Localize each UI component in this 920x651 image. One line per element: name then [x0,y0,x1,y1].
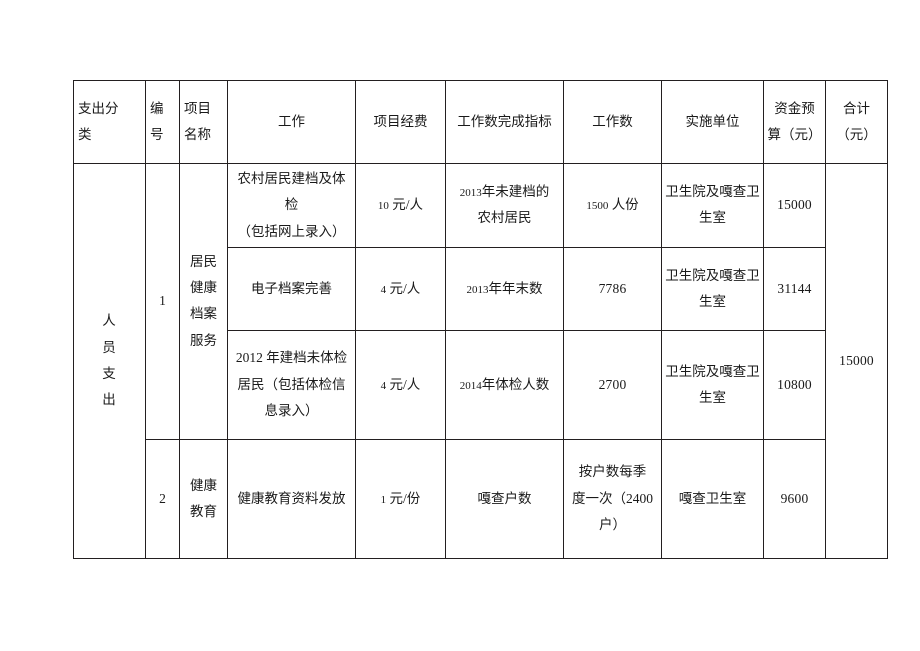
header-budget-line2: 算（元） [767,127,822,142]
work-line-1: 2012 年建档未体检 [235,350,348,366]
work-line-3: 息录入） [264,403,319,419]
group-name-line-4: 服务 [190,332,217,348]
index-line-2: 农村居民 [477,210,532,226]
fee-number-4: 1 [380,493,387,506]
unit-line-1: 卫生院及嘎查卫 [665,267,760,283]
cell-count-4: 按户数每季 度一次（2400 户） [563,438,662,559]
cell-index-3: 2014年体检人数 [445,329,564,440]
table-row: 人 员 支 出 1 居民 健康 档案 服务 农村居民建档及体检 （包括网上录入）… [73,163,888,559]
group-name-line-2: 健康 [190,280,217,296]
count-line-3: 户） [599,517,626,533]
cell-index-4: 嘎查户数 [445,438,564,559]
cell-unit-4: 嘎查卫生室 [661,438,764,559]
header-cell-number: 编 号 [145,80,180,164]
header-cell-index: 工作数完成指标 [445,80,564,164]
cell-expense-category: 人 员 支 出 [73,163,146,559]
cell-unit-3: 卫生院及嘎查卫 生室 [661,329,764,440]
cell-index-2: 2013年年末数 [445,246,564,331]
count-line-1: 按户数每季 [578,464,647,480]
cell-group-name-2: 健康 教育 [179,438,228,559]
fee-unit-4: 元/份 [389,490,421,506]
cell-budget-3: 10800 [763,329,826,440]
category-char-2: 员 [102,339,117,355]
budget-table: 支出分 类 编 号 项目 名称 工作 项目经费 工作数完成指标 工作数 实施单位… [73,80,888,559]
table-row: 2 健康 教育 健康教育资料发放 1 元/份 嘎查户数 按户数每季 度一次（24… [74,438,888,559]
header-total-line2: （元） [836,127,877,142]
cell-count-1: 1500 人份 [563,163,662,248]
header-cell-category: 支出分 类 [73,80,146,164]
fee-unit-2: 元/人 [389,280,421,296]
fee-number-2: 4 [380,283,387,296]
header-total-line1: 合计 [843,100,870,116]
cell-work-2: 电子档案完善 [227,246,356,331]
cell-budget-4: 9600 [763,438,826,559]
cell-count-2: 7786 [563,246,662,331]
group-name-line-2: 教育 [190,503,217,519]
unit-line-2: 生室 [699,293,726,309]
cell-fee-1: 10 元/人 [355,163,446,248]
cell-group-number-2: 2 [145,438,180,559]
cell-group-name-1: 居民 健康 档案 服务 [179,163,228,440]
count-number-1: 1500 [586,200,609,213]
header-cell-total: 合计 （元） [825,80,888,164]
header-budget-line1: 资金预 [774,100,815,116]
index-line-1: 2013年未建档的 [449,179,560,205]
cell-fee-3: 4 元/人 [355,329,446,440]
unit-line-2: 生室 [699,389,726,405]
fee-number-3: 4 [380,379,387,392]
header-number-line1: 编 [150,100,164,116]
cell-count-3: 2700 [563,329,662,440]
cell-work-1: 农村居民建档及体检 （包括网上录入） [227,163,356,248]
header-number-line2: 号 [150,127,164,142]
unit-line-2: 生室 [699,210,726,226]
group-name-line-1: 健康 [190,477,217,493]
header-cell-fee: 项目经费 [355,80,446,164]
count-unit-1: 人份 [611,197,639,213]
cell-fee-4: 1 元/份 [355,438,446,559]
header-cell-budget: 资金预 算（元） [763,80,826,164]
cell-unit-1: 卫生院及嘎查卫 生室 [661,163,764,248]
header-cell-unit: 实施单位 [661,80,764,164]
cell-unit-2: 卫生院及嘎查卫 生室 [661,246,764,331]
cell-grand-total: 15000 [825,163,888,559]
cell-group-number-1: 1 [145,163,180,440]
header-cell-count: 工作数 [563,80,662,164]
category-char-1: 人 [102,313,117,329]
cell-budget-2: 31144 [763,246,826,331]
index-text-3: 年体检人数 [481,376,550,392]
fee-unit-3: 元/人 [389,376,421,392]
document-page: 支出分 类 编 号 项目 名称 工作 项目经费 工作数完成指标 工作数 实施单位… [0,0,920,651]
cell-work-3: 2012 年建档未体检 居民（包括体检信 息录入） [227,329,356,440]
header-name-line2: 名称 [184,127,211,142]
index-year-3: 2014 [459,379,482,392]
index-year-1: 2013 [459,187,482,200]
cell-index-1: 2013年未建档的 农村居民 [445,163,564,248]
budget-table-container: 支出分 类 编 号 项目 名称 工作 项目经费 工作数完成指标 工作数 实施单位… [73,80,888,559]
index-text-1: 年未建档的 [481,184,550,200]
cell-work-4: 健康教育资料发放 [227,438,356,559]
index-text-2: 年年末数 [488,280,543,296]
header-category-line2: 类 [78,127,92,142]
category-char-3: 支 [102,365,117,381]
unit-line-1: 卫生院及嘎查卫 [665,363,760,379]
group-name-line-1: 居民 [190,253,217,269]
work-line-2: （包括网上录入） [237,223,346,239]
table-header-row: 支出分 类 编 号 项目 名称 工作 项目经费 工作数完成指标 工作数 实施单位… [73,80,888,164]
cell-budget-1: 15000 [763,163,826,248]
fee-unit-1: 元/人 [392,197,424,213]
header-category-line1: 支出分 [78,100,119,116]
header-cell-name: 项目 名称 [179,80,228,164]
group-name-line-3: 档案 [190,306,217,322]
fee-number-1: 10 [377,200,389,213]
index-year-2: 2013 [466,283,489,296]
cell-fee-2: 4 元/人 [355,246,446,331]
category-char-4: 出 [102,392,117,408]
work-line-1: 农村居民建档及体检 [237,171,346,213]
unit-line-1: 卫生院及嘎查卫 [665,184,760,200]
header-cell-work: 工作 [227,80,356,164]
count-line-2: 度一次（2400 [572,490,653,506]
header-name-line1: 项目 [184,100,211,116]
work-line-2: 居民（包括体检信 [237,376,346,392]
